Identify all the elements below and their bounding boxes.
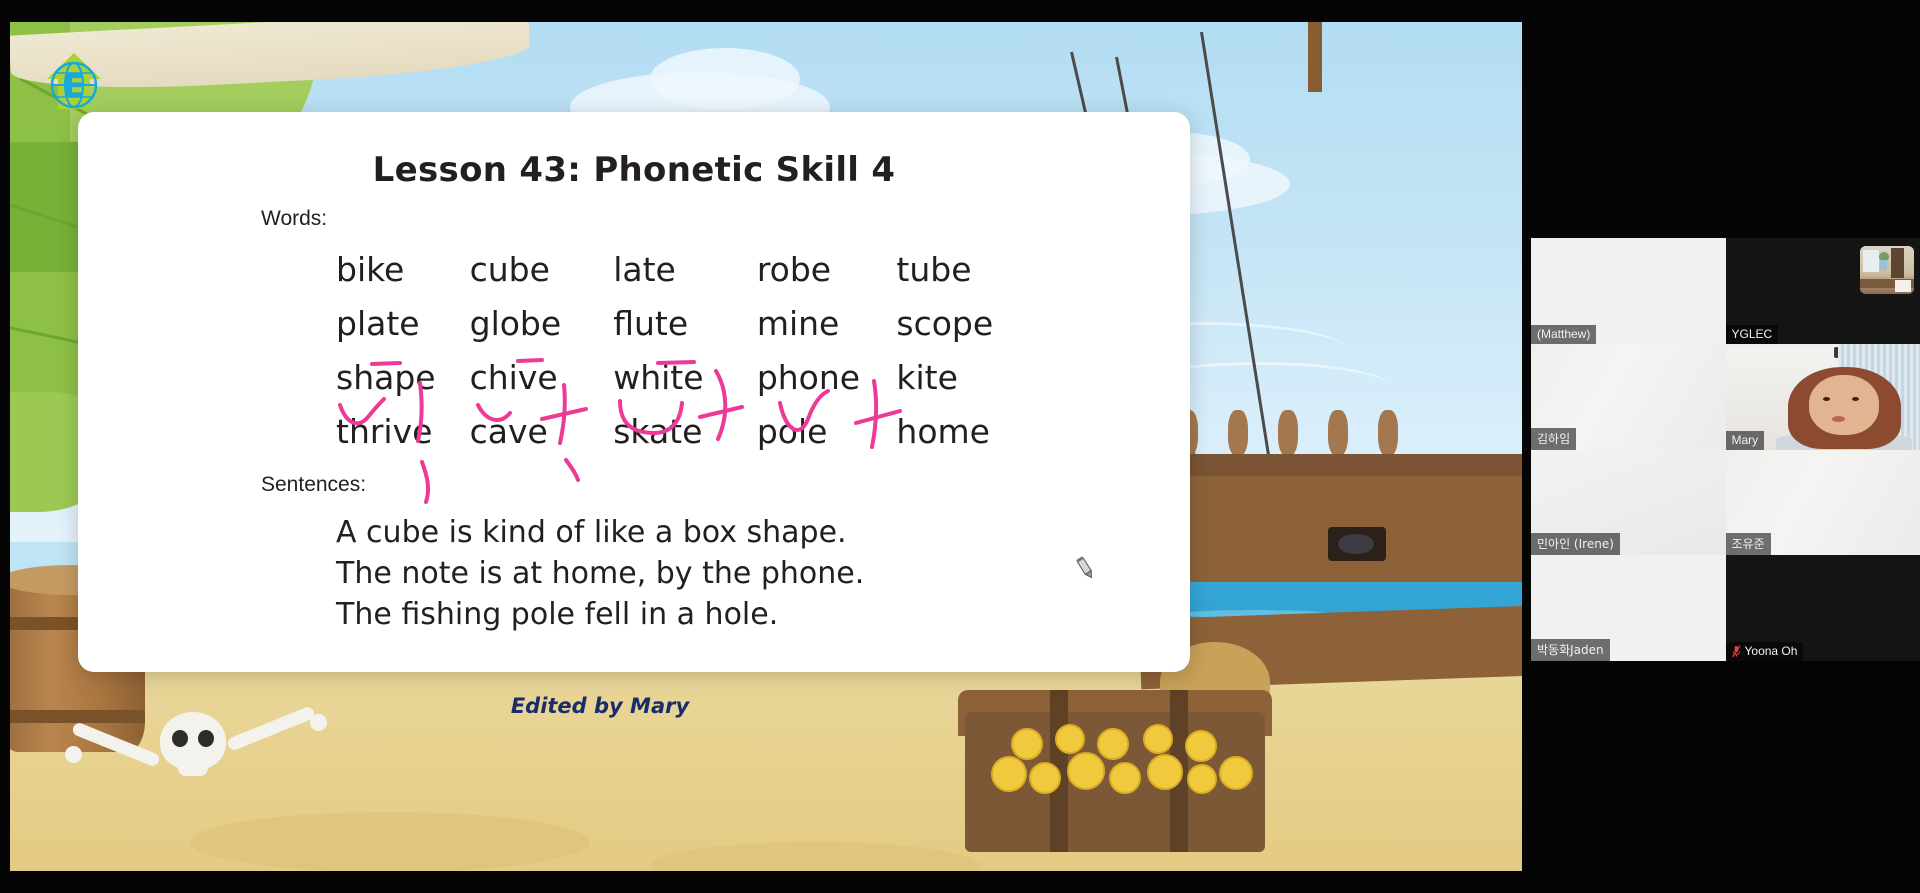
shared-screen[interactable]: E Lesson 43: Phonetic Skill 4 Words: bik… — [10, 22, 1522, 871]
word-cell: late — [613, 249, 676, 289]
word-row: bike cube late robe tube — [336, 242, 1036, 296]
participant-name: 김하임 — [1537, 431, 1571, 446]
participant-nametag: 조유준 — [1725, 533, 1771, 556]
sand-shade — [190, 812, 590, 871]
participant-name: Yoona Oh — [1744, 644, 1798, 658]
participant-name: 조유준 — [1731, 537, 1765, 552]
participant-tile[interactable]: 박동화Jaden — [1531, 555, 1726, 661]
word-cell: skate — [613, 411, 703, 451]
sentences-block: A cube is kind of like a box shape. The … — [336, 512, 864, 635]
ship-baluster — [1378, 410, 1398, 456]
word-cell: plate — [336, 303, 420, 343]
skull-eye — [198, 730, 214, 747]
page-title: Lesson 43: Phonetic Skill 4 — [372, 150, 896, 190]
pen-cursor-icon — [1076, 556, 1092, 579]
participant-nametag: (Matthew) — [1531, 324, 1597, 344]
word-cell: phone — [756, 357, 861, 397]
word-cell: kite — [896, 357, 958, 397]
ship-mast — [1308, 22, 1322, 92]
word-cell: home — [896, 411, 990, 451]
word-cell: tube — [896, 249, 972, 289]
word-cell: cube — [469, 249, 550, 289]
word-cell: globe — [469, 303, 562, 343]
participant-nametag: YGLEC — [1725, 324, 1779, 344]
word-cell: scope — [896, 303, 994, 343]
participant-nametag: Mary — [1725, 430, 1765, 450]
participant-nametag: 민아인 (Irene) — [1531, 533, 1620, 556]
words-label: Words: — [261, 207, 328, 230]
cloud — [650, 48, 800, 110]
sentence-line: A cube is kind of like a box shape. — [336, 515, 847, 550]
participant-nametag: 박동화Jaden — [1531, 639, 1610, 661]
word-row: thrive cave skate pole home — [336, 404, 1036, 458]
sentence-line: The fishing pole fell in a hole. — [336, 597, 779, 632]
participant-tile[interactable]: (Matthew) — [1531, 238, 1726, 344]
word-cell: white — [613, 357, 704, 397]
participant-tile[interactable]: 김하임 — [1531, 343, 1726, 450]
participant-tile-active-speaker[interactable]: Mary — [1725, 343, 1920, 450]
phonics-ink-trailing — [420, 458, 580, 504]
word-cell: bike — [336, 249, 405, 289]
participant-tile[interactable]: YGLEC — [1725, 238, 1920, 344]
participant-name: Mary — [1731, 432, 1759, 447]
word-grid: bike cube late robe tube plate globe flu… — [336, 242, 1036, 458]
participant-nametag: 김하임 — [1531, 427, 1577, 450]
word-row: shape chive white phone kite — [336, 350, 1036, 404]
shared-room-thumbnail — [1860, 246, 1914, 294]
ship-baluster — [1228, 410, 1248, 456]
participant-name: YGLEC — [1731, 326, 1773, 341]
slide-card: Lesson 43: Phonetic Skill 4 Words: bike … — [78, 112, 1190, 672]
participant-nametag: Yoona Oh — [1725, 642, 1804, 661]
ship-baluster — [1328, 410, 1348, 456]
participant-tile[interactable]: 민아인 (Irene) — [1531, 449, 1726, 556]
participant-name: (Matthew) — [1537, 326, 1591, 341]
sentence-line: The note is at home, by the phone. — [336, 556, 865, 591]
skull-eye — [172, 730, 188, 747]
word-row: plate globe flute mine scope — [336, 296, 1036, 350]
word-cell: cave — [469, 411, 548, 451]
ship-rail — [1160, 454, 1522, 476]
participant-tile[interactable]: 조유준 — [1725, 449, 1920, 556]
word-cell: shape — [336, 357, 436, 397]
ship-baluster — [1278, 410, 1298, 456]
skull-jaw — [178, 762, 208, 776]
participant-gallery: (Matthew) YGLEC 김하임 Mary 민아인 (Irene) 조유준… — [1531, 238, 1920, 661]
word-cell: pole — [756, 411, 828, 451]
word-cell: chive — [469, 357, 558, 397]
coin-pile — [985, 722, 1255, 794]
bone-knob — [65, 746, 82, 763]
word-cell: flute — [613, 303, 689, 343]
slide-credit: Edited by Mary — [510, 694, 690, 718]
app-root: E Lesson 43: Phonetic Skill 4 Words: bik… — [0, 0, 1920, 893]
cannon — [1338, 534, 1374, 554]
participant-name: 민아인 (Irene) — [1537, 537, 1614, 552]
sentences-label: Sentences: — [261, 473, 367, 496]
word-cell: thrive — [336, 411, 433, 451]
muted-microphone-icon — [1731, 644, 1741, 657]
svg-text:E: E — [63, 67, 85, 105]
word-cell: mine — [756, 303, 840, 343]
participant-name: 박동화Jaden — [1537, 643, 1604, 657]
participant-tile[interactable]: Yoona Oh — [1725, 555, 1920, 661]
word-cell: robe — [756, 249, 832, 289]
globe-e-logo-icon: E — [43, 49, 105, 115]
